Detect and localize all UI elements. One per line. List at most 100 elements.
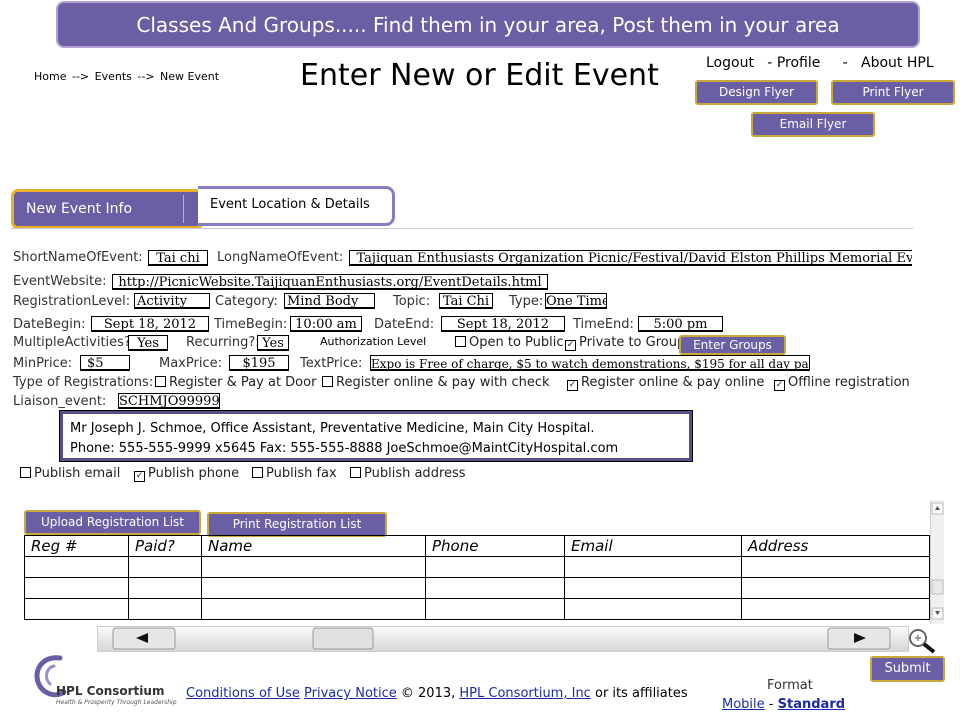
print-flyer-button[interactable]: Print Flyer [831,80,955,105]
offline-reg-checkbox[interactable]: ✓ Offline registration [774,375,910,391]
logout-link[interactable]: Logout [706,55,754,71]
page-title: Enter New or Edit Event [300,58,659,93]
tab-new-event-info[interactable]: New Event Info [11,189,204,229]
unchecked-box-icon [322,376,333,387]
contact-line-1: Mr Joseph J. Schmoe, Office Assistant, P… [70,421,595,436]
reg-pay-door-checkbox[interactable]: Register & Pay at Door [155,375,316,390]
breadcrumb-events[interactable]: Events [95,70,132,83]
privacy-link[interactable]: Privacy Notice [304,686,397,701]
publish-phone-checkbox[interactable]: ✓ Publish phone [134,466,239,482]
horizontal-scrollbar[interactable] [97,626,909,652]
liaison-field[interactable]: SCHMJO999999 [118,393,220,409]
topic-field[interactable]: Tai Chi [439,293,493,309]
publish-fax-checkbox[interactable]: Publish fax [252,466,337,481]
min-price-label: MinPrice: [13,356,73,371]
publish-address-checkbox[interactable]: Publish address [350,466,466,481]
breadcrumb-home[interactable]: Home [34,70,66,83]
site-banner: Classes And Groups..... Find them in you… [56,1,920,48]
enter-groups-button[interactable]: Enter Groups [679,335,786,355]
format-label: Format [767,678,813,693]
date-begin-field[interactable]: Sept 18, 2012 [91,316,209,332]
standard-link[interactable]: Standard [778,697,845,712]
reg-level-field[interactable]: Activity [134,293,210,309]
affiliates-text: or its affiliates [594,686,688,701]
short-name-field[interactable]: Tai chi [148,250,208,266]
checked-box-icon: ✓ [774,380,785,391]
open-public-checkbox[interactable]: Open to Public [455,335,564,350]
contact-line-2: Phone: 555-555-9999 x5645 Fax: 555-555-8… [70,441,619,456]
column-header: Email [564,535,742,557]
profile-link[interactable]: Profile [777,55,821,71]
reg-online-online-label: Register online & pay online [581,375,765,390]
email-flyer-button[interactable]: Email Flyer [751,112,875,137]
table-row[interactable] [24,577,930,599]
column-header: Reg # [24,535,129,557]
time-end-field[interactable]: 5:00 pm [638,316,723,332]
open-public-label: Open to Public [469,335,564,350]
short-name-label: ShortNameOfEvent: [13,250,143,265]
recurring-field[interactable]: Yes [257,335,289,351]
column-header: Address [741,535,930,557]
hpl-logo: HPL Consortium Health & Prosperity Throu… [28,652,177,712]
recurring-label: Recurring?: [186,335,260,350]
checked-box-icon: ✓ [567,380,578,391]
publish-email-label: Publish email [34,466,121,481]
hpl-link[interactable]: HPL Consortium, Inc [459,686,590,701]
min-price-field[interactable]: $5 [80,355,130,371]
offline-reg-label: Offline registration [788,375,910,390]
text-price-field[interactable]: Expo is Free of charge, $5 to watch demo… [370,355,810,371]
separator: - [842,55,848,71]
topic-label: Topic: [393,294,431,309]
divider [11,228,913,229]
unchecked-box-icon [455,336,466,347]
scrollbar-arrows-icon [931,502,944,620]
website-label: EventWebsite: [13,274,107,289]
breadcrumb: Home --> Events --> New Event [34,70,221,83]
separator: - [767,55,773,71]
date-begin-label: DateBegin: [13,317,86,332]
category-field[interactable]: Mind Body [284,293,375,309]
format-separator: - [768,697,774,712]
upload-registration-button[interactable]: Upload Registration List [24,510,201,535]
auth-level-label: Authorization Level [320,335,427,348]
private-group-checkbox[interactable]: ✓ Private to Group [565,335,685,351]
print-registration-button[interactable]: Print Registration List [207,512,387,537]
publish-email-checkbox[interactable]: Publish email [20,466,120,481]
max-price-field[interactable]: $195 [229,355,289,371]
long-name-field[interactable]: _Tajiquan Enthusiasts Organization Picni… [349,250,912,266]
long-name-label: LongNameOfEvent: [217,250,344,265]
type-field[interactable]: One Time [545,293,607,309]
column-header: Paid? [128,535,202,557]
breadcrumb-new-event[interactable]: New Event [160,70,219,83]
time-begin-label: TimeBegin: [214,317,288,332]
table-header-row: Reg # Paid? Name Phone Email Address [24,535,930,557]
website-field[interactable]: http://PicnicWebsite.TaijiquanEnthusiast… [112,274,548,290]
table-row[interactable] [24,598,930,620]
date-end-field[interactable]: Sept 18, 2012 [441,316,565,332]
breadcrumb-arrow: --> [137,70,155,83]
multiple-activities-field[interactable]: Yes [128,335,168,351]
vertical-scrollbar[interactable] [930,500,944,624]
contact-info-box: Mr Joseph J. Schmoe, Office Assistant, P… [59,410,693,462]
logo-name: HPL Consortium [56,684,165,698]
conditions-link[interactable]: Conditions of Use [186,686,300,701]
mobile-link[interactable]: Mobile [722,697,765,712]
unchecked-box-icon [155,376,166,387]
reg-online-check-checkbox[interactable]: Register online & pay with check [322,375,550,390]
private-group-label: Private to Group [579,335,686,350]
submit-button[interactable]: Submit [870,656,945,682]
breadcrumb-arrow: --> [71,70,90,83]
max-price-label: MaxPrice: [159,356,222,371]
reg-online-online-checkbox[interactable]: ✓ Register online & pay online [567,375,764,391]
time-end-label: TimeEnd: [573,317,634,332]
category-label: Category: [215,294,278,309]
table-row[interactable] [24,556,930,578]
time-begin-field[interactable]: 10:00 am [290,316,362,332]
design-flyer-button[interactable]: Design Flyer [695,80,818,105]
reg-pay-door-label: Register & Pay at Door [169,375,317,390]
about-link[interactable]: About HPL [861,55,934,71]
tab-event-location[interactable]: Event Location & Details [198,186,395,226]
unchecked-box-icon [350,467,361,478]
zoom-icon[interactable] [906,627,938,655]
reg-online-check-label: Register online & pay with check [336,375,550,390]
